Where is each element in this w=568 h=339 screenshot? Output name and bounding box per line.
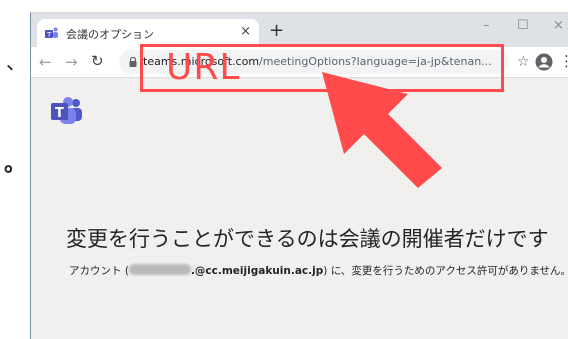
redacted-account (128, 264, 191, 275)
url-annotation-label: URL (166, 47, 241, 88)
note-prefix: アカウント ( (69, 265, 129, 277)
tab-meeting-options[interactable]: T 会議のオプション × (37, 19, 259, 47)
close-window-button[interactable]: × (553, 18, 564, 33)
svg-text:T: T (55, 106, 64, 121)
side-comma: 、 (6, 50, 26, 74)
browser-menu-icon[interactable]: ⋮ (559, 52, 568, 70)
minimize-button[interactable]: – (483, 18, 490, 33)
tab-close-icon[interactable]: × (240, 24, 251, 39)
page-heading: 変更を行うことができるのは会議の開催者だけです (66, 227, 549, 251)
lock-icon (129, 57, 137, 67)
title-bar: T 会議のオプション × + – ☐ × (31, 13, 568, 47)
teams-logo-icon: T (51, 97, 82, 124)
svg-text:T: T (46, 31, 52, 39)
account-email: .@cc.meijigakuin.ac.jp (190, 265, 324, 277)
bookmark-star-icon[interactable]: ☆ (517, 54, 530, 70)
profile-avatar-icon[interactable] (535, 53, 553, 71)
maximize-button[interactable]: ☐ (517, 18, 529, 33)
side-period: 。 (4, 152, 27, 177)
teams-favicon-icon: T (45, 27, 58, 39)
note-suffix: ) に、変更を行うためのアクセス許可がありません。 (323, 265, 568, 277)
permission-note: アカウント ( .@cc.meijigakuin.ac.jp) に、変更を行うため… (69, 263, 568, 278)
new-tab-button[interactable]: + (269, 20, 284, 41)
reload-icon[interactable]: ↻ (91, 52, 104, 70)
tab-title: 会議のオプション (66, 28, 154, 41)
back-arrow-icon[interactable]: ← (39, 53, 52, 71)
forward-arrow-icon[interactable]: → (65, 53, 78, 71)
red-arrow-icon (322, 72, 442, 188)
